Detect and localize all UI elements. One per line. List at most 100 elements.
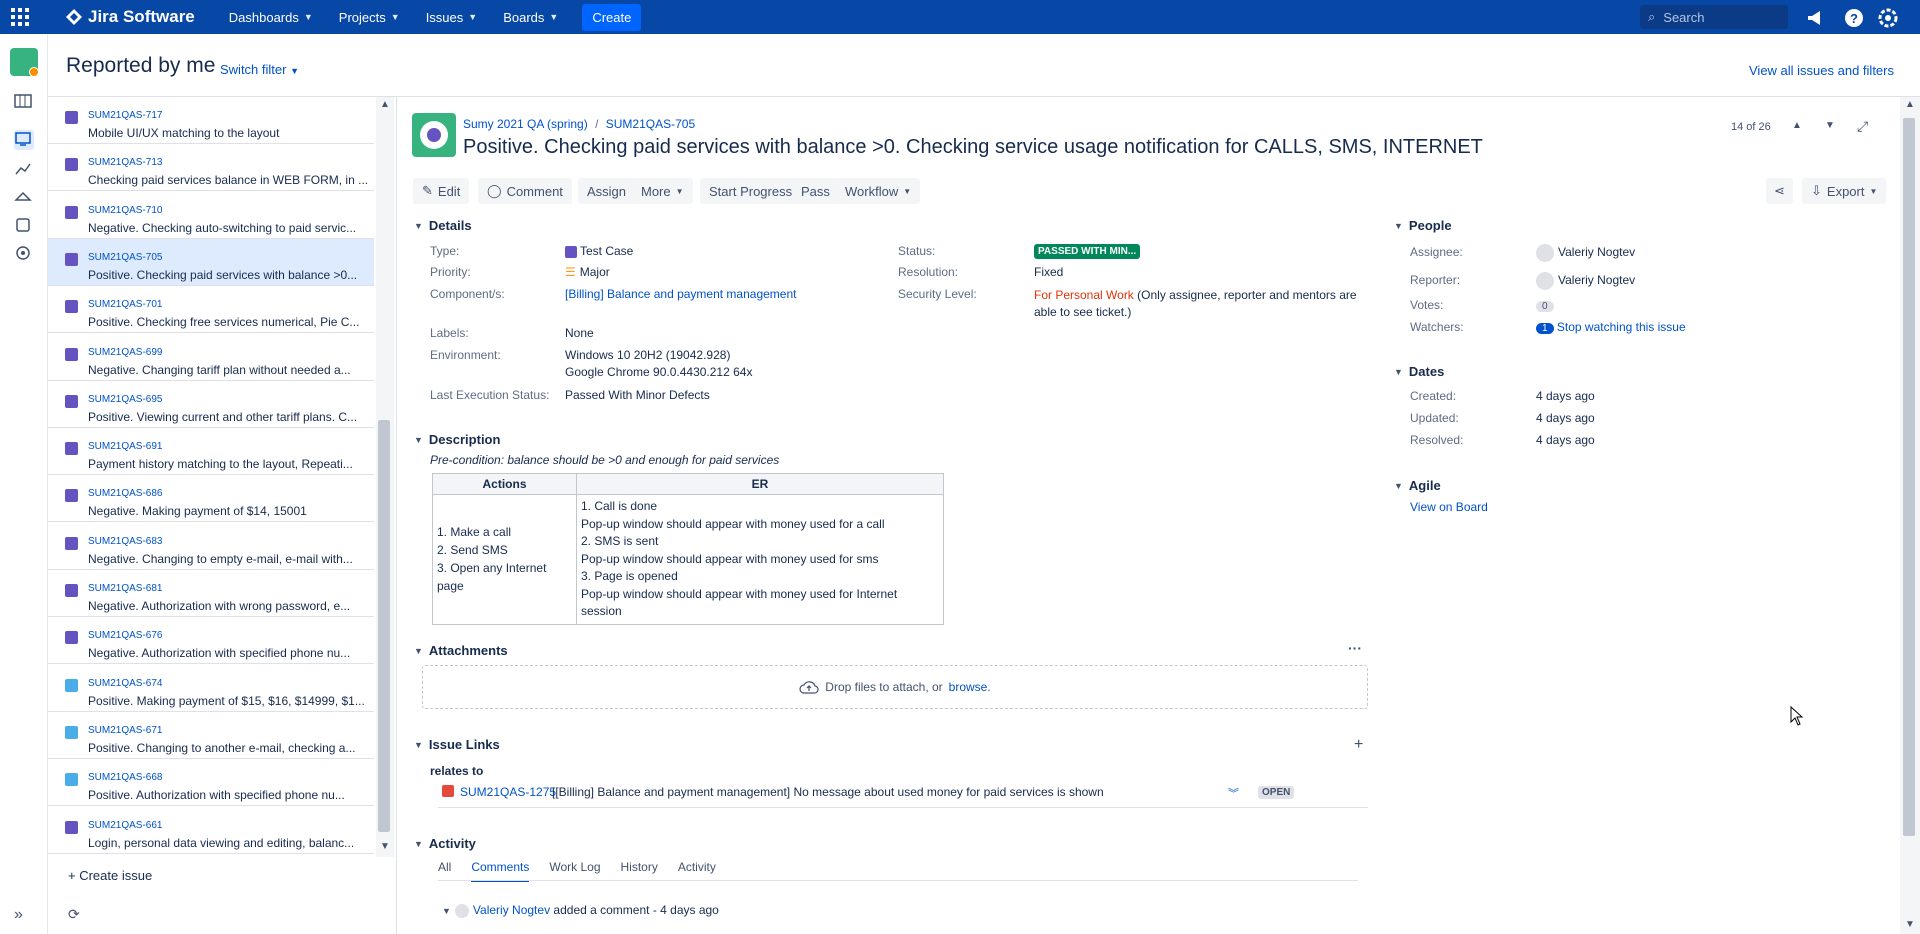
- detail-scrollbar-thumb[interactable]: [1903, 118, 1915, 836]
- next-issue-icon[interactable]: ▼: [1825, 120, 1835, 131]
- list-item[interactable]: SUM21QAS-671 Positive. Changing to anothe…: [48, 712, 374, 759]
- list-item[interactable]: SUM21QAS-710 Negative. Checking auto-swit…: [48, 192, 374, 239]
- list-item[interactable]: SUM21QAS-674 Positive. Making payment of …: [48, 665, 374, 712]
- issue-key[interactable]: SUM21QAS-710: [88, 205, 162, 216]
- search-input[interactable]: ⌕ Search: [1640, 5, 1788, 29]
- view-all-issues-link[interactable]: View all issues and filters: [1749, 63, 1894, 78]
- start-progress-button[interactable]: Start Progress: [700, 178, 802, 204]
- linked-issue-row[interactable]: SUM21QAS-1275 [[Billing] Balance and pay…: [438, 778, 1368, 808]
- assignee-value[interactable]: Valeriy Nogtev: [1536, 244, 1635, 262]
- more-options-icon[interactable]: ···: [1348, 640, 1362, 656]
- issue-key[interactable]: SUM21QAS-713: [88, 157, 162, 168]
- project-settings-icon[interactable]: [14, 244, 34, 264]
- settings-icon[interactable]: [1877, 7, 1899, 29]
- scroll-up-icon[interactable]: ▲: [380, 99, 390, 110]
- export-button[interactable]: ⇩ Export ▼: [1802, 178, 1887, 204]
- scroll-down-icon[interactable]: ▼: [380, 841, 390, 852]
- collapse-comment-icon[interactable]: ▼: [442, 906, 451, 916]
- share-button[interactable]: ⋖: [1766, 178, 1793, 204]
- linked-issue-key[interactable]: SUM21QAS-1275: [460, 785, 556, 799]
- switch-filter-button[interactable]: Switch filter ▼: [220, 62, 299, 77]
- activity-section-toggle[interactable]: ▼ Activity: [414, 836, 476, 851]
- nav-projects[interactable]: Projects ▼: [333, 0, 406, 34]
- workflow-button[interactable]: Workflow ▼: [836, 178, 921, 204]
- issue-links-section-toggle[interactable]: ▼ Issue Links: [414, 737, 500, 752]
- comment-author-link[interactable]: Valeriy Nogtev: [473, 903, 550, 917]
- board-icon[interactable]: [14, 92, 34, 112]
- list-item[interactable]: SUM21QAS-705 Positive. Checking paid serv…: [48, 238, 374, 286]
- list-scrollbar-thumb[interactable]: [378, 420, 390, 832]
- issue-key[interactable]: SUM21QAS-661: [88, 820, 162, 831]
- list-item[interactable]: SUM21QAS-691 Payment history matching to …: [48, 428, 374, 476]
- tab-activity[interactable]: Activity: [678, 860, 716, 882]
- issue-key[interactable]: SUM21QAS-701: [88, 299, 162, 310]
- issues-icon[interactable]: [14, 130, 34, 150]
- issue-key[interactable]: SUM21QAS-668: [88, 772, 162, 783]
- nav-issues[interactable]: Issues ▼: [420, 0, 484, 34]
- list-item[interactable]: SUM21QAS-683 Negative. Changing to empty …: [48, 523, 374, 570]
- issue-key[interactable]: SUM21QAS-686: [88, 488, 162, 499]
- list-item[interactable]: SUM21QAS-701 Positive. Checking free serv…: [48, 286, 374, 334]
- issue-key[interactable]: SUM21QAS-674: [88, 678, 162, 689]
- attachments-section-toggle[interactable]: ▼ Attachments: [414, 643, 508, 658]
- list-item[interactable]: SUM21QAS-686 Negative. Making payment of …: [48, 475, 374, 523]
- list-item[interactable]: SUM21QAS-713 Checking paid services balan…: [48, 144, 374, 192]
- issue-key[interactable]: SUM21QAS-699: [88, 347, 162, 358]
- add-ons-icon[interactable]: [14, 216, 34, 236]
- agile-section-toggle[interactable]: ▼ Agile: [1394, 478, 1441, 493]
- create-button[interactable]: Create: [582, 3, 642, 31]
- jira-logo[interactable]: Jira Software: [66, 7, 195, 27]
- dates-section-toggle[interactable]: ▼ Dates: [1394, 364, 1444, 379]
- tab-work-log[interactable]: Work Log: [549, 860, 600, 882]
- breadcrumb-project[interactable]: Sumy 2021 QA (spring): [463, 117, 588, 131]
- more-button[interactable]: More ▼: [632, 178, 693, 204]
- create-issue-button[interactable]: + Create issue: [68, 868, 152, 883]
- issue-key[interactable]: SUM21QAS-683: [88, 536, 162, 547]
- list-item[interactable]: SUM21QAS-681 Negative. Authorization with…: [48, 570, 374, 617]
- app-switcher-icon[interactable]: [0, 0, 40, 34]
- view-on-board-link[interactable]: View on Board: [1410, 500, 1488, 514]
- issue-key[interactable]: SUM21QAS-691: [88, 441, 162, 452]
- comment-button[interactable]: ◯ Comment: [478, 178, 572, 204]
- reports-icon[interactable]: [14, 160, 34, 180]
- list-item[interactable]: SUM21QAS-717 Mobile UI/UX matching to the…: [48, 97, 374, 144]
- expand-sidebar-icon[interactable]: »: [14, 906, 34, 926]
- tab-all[interactable]: All: [438, 860, 451, 882]
- project-avatar-large[interactable]: [412, 113, 456, 157]
- people-section-toggle[interactable]: ▼ People: [1394, 218, 1452, 233]
- issue-key[interactable]: SUM21QAS-717: [88, 110, 162, 121]
- details-section-toggle[interactable]: ▼ Details: [414, 218, 472, 233]
- previous-issue-icon[interactable]: ▲: [1792, 120, 1802, 131]
- component-link[interactable]: [Billing] Balance and payment management: [565, 287, 796, 301]
- nav-boards[interactable]: Boards ▼: [497, 0, 564, 34]
- tab-comments[interactable]: Comments: [471, 860, 530, 882]
- add-link-icon[interactable]: +: [1354, 736, 1363, 754]
- scroll-down-icon[interactable]: ▼: [1905, 919, 1915, 930]
- notifications-icon[interactable]: [1805, 7, 1827, 29]
- panel-divider[interactable]: [396, 97, 397, 934]
- watchers-badge[interactable]: 1: [1536, 323, 1554, 334]
- list-item[interactable]: SUM21QAS-699 Negative. Changing tariff pl…: [48, 334, 374, 381]
- list-item[interactable]: SUM21QAS-661 Login, personal data viewing…: [48, 807, 374, 854]
- status-value[interactable]: PASSED WITH MIN...: [1034, 243, 1141, 259]
- issue-key[interactable]: SUM21QAS-695: [88, 394, 162, 405]
- list-item[interactable]: SUM21QAS-668 Positive. Authorization with…: [48, 759, 374, 807]
- issue-key[interactable]: SUM21QAS-705: [88, 252, 162, 263]
- edit-button[interactable]: ✎ Edit: [413, 178, 470, 204]
- releases-icon[interactable]: [14, 188, 34, 208]
- issue-key[interactable]: SUM21QAS-676: [88, 630, 162, 641]
- scroll-up-icon[interactable]: ▲: [1905, 99, 1915, 110]
- issue-title[interactable]: Positive. Checking paid services with ba…: [463, 136, 1483, 159]
- description-section-toggle[interactable]: ▼ Description: [414, 432, 500, 447]
- browse-link[interactable]: browse.: [949, 680, 991, 694]
- expand-issue-icon[interactable]: ⤢: [1857, 118, 1868, 135]
- issue-key[interactable]: SUM21QAS-671: [88, 725, 162, 736]
- list-item[interactable]: SUM21QAS-695 Positive. Viewing current an…: [48, 381, 374, 428]
- stop-watching-link[interactable]: Stop watching this issue: [1557, 320, 1686, 334]
- tab-history[interactable]: History: [621, 860, 658, 882]
- nav-dashboards[interactable]: Dashboards ▼: [223, 0, 319, 34]
- refresh-icon[interactable]: ⟳: [68, 906, 80, 923]
- votes-value[interactable]: 0: [1536, 298, 1554, 312]
- attachment-dropzone[interactable]: Drop files to attach, or browse.: [422, 665, 1368, 709]
- breadcrumb-issue-key[interactable]: SUM21QAS-705: [606, 117, 695, 131]
